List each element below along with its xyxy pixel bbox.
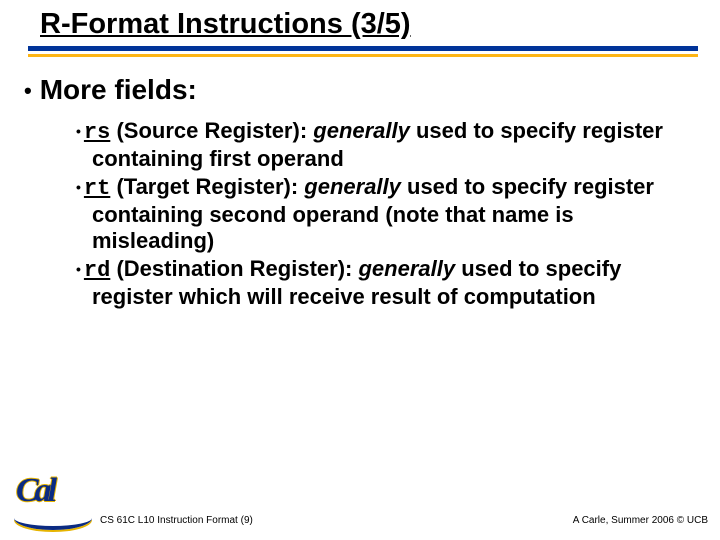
cal-logo: Cal <box>16 472 88 520</box>
item-generally: generally <box>304 174 401 199</box>
section-heading: • More fields: <box>24 74 197 106</box>
list-item: •rs (Source Register): generally used to… <box>76 118 670 172</box>
bullet-icon: • <box>76 261 81 277</box>
list-item: •rd (Destination Register): generally us… <box>76 256 670 310</box>
footer-right: A Carle, Summer 2006 © UCB <box>573 515 708 526</box>
item-generally: generally <box>313 118 410 143</box>
slide: R-Format Instructions (3/5) • More fields… <box>0 0 720 540</box>
bullet-icon: • <box>24 78 32 104</box>
heading-text: More fields: <box>40 74 197 105</box>
item-label: (Target Register): <box>116 174 304 199</box>
code-rs: rs <box>84 120 110 145</box>
bullet-icon: • <box>76 123 81 139</box>
footer-left: CS 61C L10 Instruction Format (9) <box>100 515 253 526</box>
logo-swoosh <box>14 518 92 530</box>
body-content: •rs (Source Register): generally used to… <box>76 118 670 312</box>
bullet-icon: • <box>76 179 81 195</box>
logo-text: Cal <box>16 472 53 509</box>
code-rt: rt <box>84 176 110 201</box>
item-label: (Destination Register): <box>116 256 358 281</box>
code-rd: rd <box>84 258 110 283</box>
list-item: •rt (Target Register): generally used to… <box>76 174 670 254</box>
title-underline-gold <box>28 54 698 57</box>
item-label: (Source Register): <box>116 118 313 143</box>
slide-title: R-Format Instructions (3/5) <box>40 8 411 41</box>
title-underline-blue <box>28 46 698 51</box>
item-generally: generally <box>358 256 455 281</box>
